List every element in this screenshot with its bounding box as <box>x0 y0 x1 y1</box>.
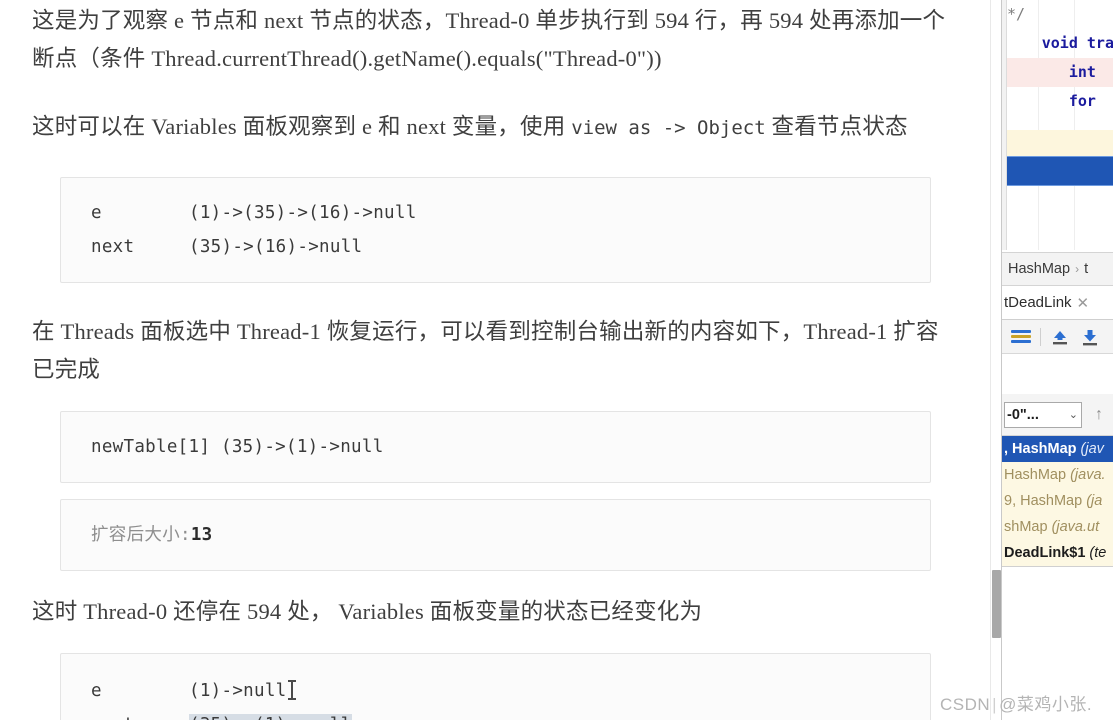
frame-label: , HashMap <box>1004 441 1081 457</box>
toolbar-separator <box>1040 327 1041 346</box>
list-item[interactable]: shMap (java.ut <box>1002 514 1113 540</box>
watermark-brand: CSDN <box>940 695 991 714</box>
page-scrollbar[interactable] <box>990 0 1001 720</box>
frames-up-button[interactable]: ↑ <box>1086 402 1112 428</box>
editor-token-for: for <box>1068 92 1096 110</box>
paragraph-2-code: view as -> Object <box>571 117 766 139</box>
article-content-column: 这是为了观察 e 节点和 next 节点的状态，Thread-0 单步执行到 5… <box>0 0 992 720</box>
thread-selector-value: -0"... <box>1007 406 1039 423</box>
page-scrollbar-thumb[interactable] <box>992 570 1001 638</box>
editor-line-for-loop[interactable]: for <box>1007 87 1113 116</box>
watermark-separator: | <box>992 695 998 714</box>
code-value-e-after: (1)->null <box>189 681 287 701</box>
code-label-e-after: e <box>91 681 102 701</box>
breadcrumb[interactable]: HashMap › t <box>1002 252 1113 286</box>
code-label-e: e <box>91 203 102 223</box>
paragraph-1: 这是为了观察 e 节点和 next 节点的状态，Thread-0 单步执行到 5… <box>32 8 946 71</box>
editor-line-method-decl[interactable]: void tra <box>1007 29 1113 58</box>
code-value-next-after-selected[interactable]: (35)->(1)->null <box>189 714 352 720</box>
editor-token-void-tra: void tra <box>1041 34 1113 52</box>
frame-package: (java. <box>1070 467 1106 483</box>
list-item[interactable]: , HashMap (jav <box>1002 436 1113 462</box>
console-lines-icon[interactable] <box>1010 326 1032 348</box>
code-line: next (35)->(16)->null <box>61 230 930 264</box>
code-label-next-after: next <box>91 708 189 720</box>
code-line: next(35)->(1)->null <box>61 708 930 720</box>
step-into-icon[interactable] <box>1079 326 1101 348</box>
list-item[interactable]: HashMap (java. <box>1002 462 1113 488</box>
tab-testdeadlink-label[interactable]: tDeadLink <box>1004 294 1072 311</box>
code-line: 扩容后大小:13 <box>61 518 930 552</box>
code-label-next: next <box>91 237 135 257</box>
breadcrumb-item-hashmap[interactable]: HashMap <box>1008 261 1070 277</box>
paragraph-4: 这时 Thread-0 还停在 594 处， Variables 面板变量的状态… <box>32 599 703 624</box>
editor-line-int-decl[interactable]: int <box>1007 58 1113 87</box>
code-label-newtable: newTable[1] <box>91 437 211 457</box>
code-block-variables-after: e (1)->null next(35)->(1)->null <box>60 653 931 720</box>
frame-label: shMap <box>1004 519 1052 535</box>
frame-package: (ja <box>1086 493 1103 509</box>
chevron-down-icon: ⌄ <box>1068 409 1078 421</box>
breadcrumb-item-tail[interactable]: t <box>1084 261 1088 277</box>
code-line: e (1)->(35)->(16)->null <box>61 196 930 230</box>
editor-line-blank[interactable] <box>1007 186 1113 244</box>
article-inner: 这是为了观察 e 节点和 next 节点的状态，Thread-0 单步执行到 5… <box>0 0 992 720</box>
code-line: e (1)->null <box>61 674 930 708</box>
code-editor[interactable]: */ void tra int for <box>1002 0 1113 250</box>
list-item[interactable]: DeadLink$1 (te <box>1002 540 1113 566</box>
console-label: 扩容后大小: <box>91 525 191 545</box>
code-block-variables-before: e (1)->(35)->(16)->null next (35)->(16)->n… <box>60 177 931 283</box>
frame-label: DeadLink$1 <box>1004 545 1090 561</box>
watermark-author: @菜鸡小张. <box>999 695 1093 714</box>
code-value-newtable: (35)->(1)->null <box>221 437 384 457</box>
code-block-newtable: newTable[1] (35)->(1)->null <box>60 411 931 483</box>
chevron-right-icon: › <box>1075 262 1080 276</box>
step-out-icon[interactable] <box>1049 326 1071 348</box>
paragraph-2-post: 查看节点状态 <box>765 114 908 139</box>
editor-line-comment-end[interactable]: */ <box>1007 0 1113 29</box>
frames-toolbar: -0"... ⌄ ↑ <box>1002 394 1113 436</box>
close-icon[interactable]: ✕ <box>1077 294 1090 312</box>
text-cursor-icon <box>287 680 297 700</box>
tab-bar: tDeadLink ✕ <box>1002 286 1113 320</box>
debug-panel-blank-area <box>1002 354 1113 395</box>
thread-selector-dropdown[interactable]: -0"... ⌄ <box>1004 401 1082 428</box>
editor-token-comment: */ <box>1007 5 1026 23</box>
csdn-watermark: CSDN | @菜鸡小张. <box>940 690 1092 715</box>
code-value-e: (1)->(35)->(16)->null <box>189 203 417 223</box>
stack-frames-list[interactable]: , HashMap (jav HashMap (java. 9, HashMap… <box>1002 436 1113 567</box>
editor-line-highlighted-cream[interactable] <box>1007 130 1113 156</box>
paragraph-2-pre: 这时可以在 Variables 面板观察到 e 和 next 变量，使用 <box>32 114 572 139</box>
list-item[interactable]: 9, HashMap (ja <box>1002 488 1113 514</box>
editor-token-int: int <box>1068 63 1096 81</box>
paragraph-2: 这时可以在 Variables 面板观察到 e 和 next 变量，使用 vie… <box>32 108 956 147</box>
debug-toolbar <box>1002 320 1113 354</box>
frame-package: (jav <box>1080 441 1104 457</box>
paragraph-3: 在 Threads 面板选中 Thread-1 恢复运行，可以看到控制台输出新的… <box>32 319 939 382</box>
editor-line-selected-breakpoint[interactable] <box>1007 156 1113 186</box>
code-value-next: (35)->(16)->null <box>189 237 363 257</box>
frame-label: HashMap <box>1004 467 1071 483</box>
ide-panel-strip: */ void tra int for HashMap › t tDeadLin… <box>1001 0 1113 720</box>
code-line: newTable[1] (35)->(1)->null <box>61 430 930 464</box>
console-value: 13 <box>190 525 213 545</box>
arrow-up-icon: ↑ <box>1095 405 1103 423</box>
frame-label: 9, HashMap <box>1004 493 1087 509</box>
frame-package: (te <box>1089 545 1107 561</box>
frame-package: (java.ut <box>1051 519 1100 535</box>
code-block-console-size: 扩容后大小:13 <box>60 499 931 571</box>
